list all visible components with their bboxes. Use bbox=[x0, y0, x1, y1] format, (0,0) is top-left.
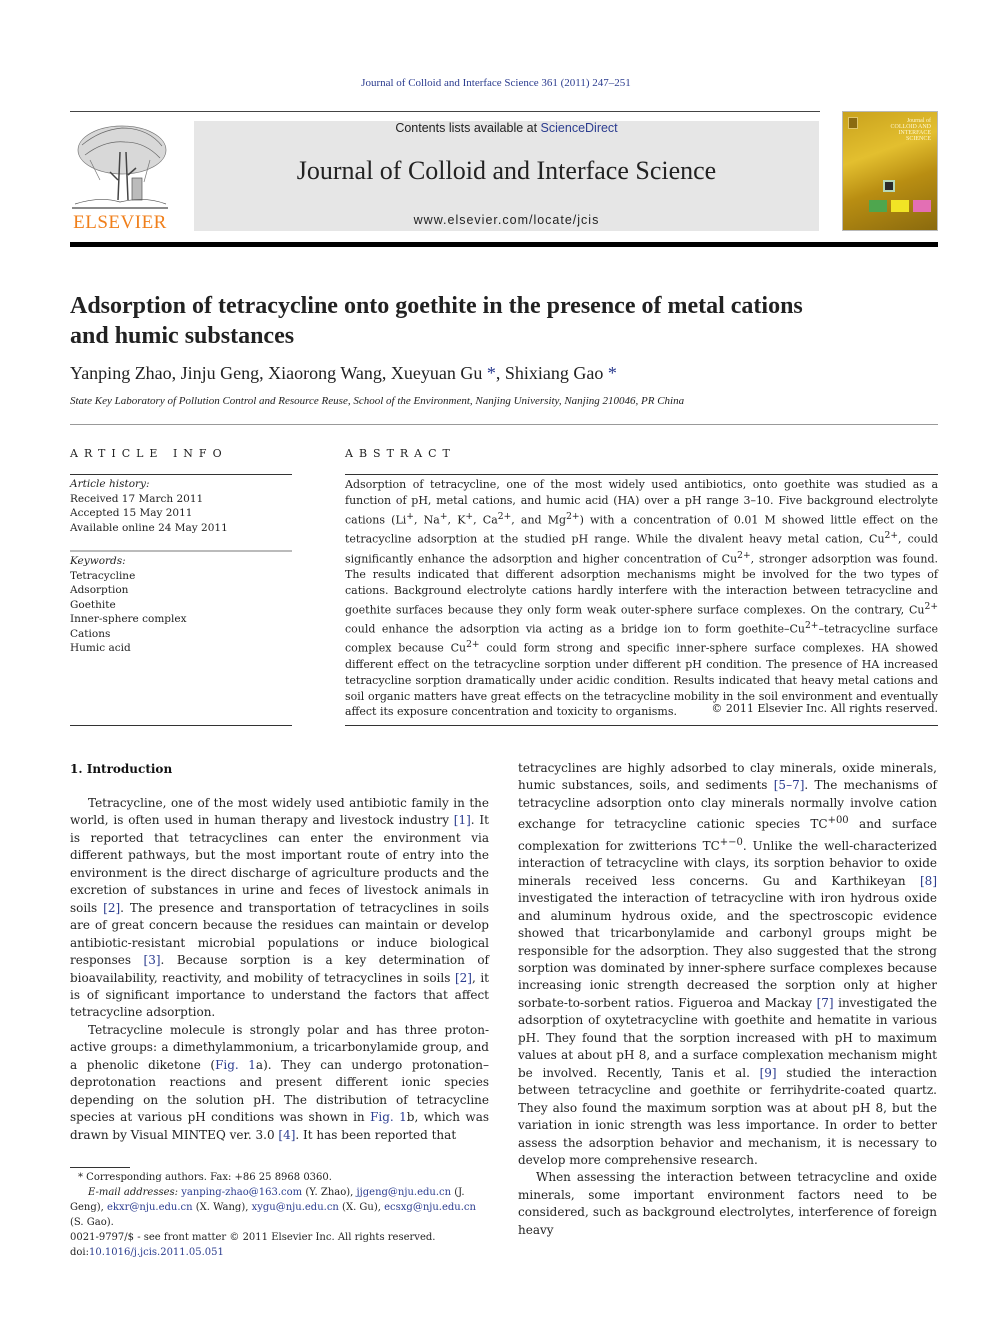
reference-link[interactable]: [1] bbox=[454, 813, 471, 827]
journal-name: Journal of Colloid and Interface Science bbox=[296, 156, 717, 185]
abstract-heading: ABSTRACT bbox=[345, 447, 456, 460]
online-date: Available online 24 May 2011 bbox=[70, 521, 228, 534]
title-line-2: and humic substances bbox=[70, 323, 295, 349]
journal-banner: Contents lists available at ScienceDirec… bbox=[194, 121, 819, 231]
cover-graphic-green bbox=[869, 200, 887, 212]
divider bbox=[345, 474, 938, 475]
figure-link[interactable]: Fig. 1 bbox=[215, 1058, 256, 1072]
received-date: Received 17 March 2011 bbox=[70, 492, 204, 505]
email-footnote: E-mail addresses: yanping-zhao@163.com (… bbox=[70, 1187, 476, 1228]
doi-link[interactable]: 10.1016/j.jcis.2011.05.051 bbox=[89, 1247, 224, 1258]
section-heading-introduction: 1. Introduction bbox=[70, 762, 173, 776]
tree-icon bbox=[72, 125, 168, 209]
reference-link[interactable]: [2] bbox=[103, 901, 120, 915]
top-rule bbox=[70, 111, 820, 112]
paragraph: When assessing the interaction between t… bbox=[518, 1170, 937, 1237]
footnotes: * Corresponding authors. Fax: +86 25 896… bbox=[70, 1170, 490, 1230]
paragraph: Tetracycline molecule is strongly polar … bbox=[70, 1022, 490, 1142]
reference-link[interactable]: [2] bbox=[455, 971, 472, 985]
corresponding-footnote: * Corresponding authors. Fax: +86 25 896… bbox=[78, 1172, 332, 1183]
affiliation: State Key Laboratory of Pollution Contro… bbox=[70, 395, 685, 407]
keyword: Tetracycline bbox=[70, 569, 136, 582]
corresponding-author-link[interactable]: * bbox=[608, 363, 617, 383]
footnote-rule bbox=[70, 1167, 130, 1168]
paragraph: tetracyclines are highly adsorbed to cla… bbox=[518, 761, 938, 1167]
divider bbox=[70, 725, 292, 726]
paragraph: Tetracycline, one of the most widely use… bbox=[70, 796, 489, 1020]
author-name: Xueyuan Gu bbox=[390, 363, 483, 383]
cover-graphic-pink bbox=[913, 200, 931, 212]
journal-cover-thumbnail[interactable]: Journal of COLLOID AND INTERFACE SCIENCE bbox=[842, 111, 938, 231]
title-line-1: Adsorption of tetracycline onto goethite… bbox=[70, 293, 803, 319]
author-name: Jinju Geng, bbox=[180, 363, 269, 383]
sciencedirect-link[interactable]: ScienceDirect bbox=[541, 121, 618, 135]
keyword: Inner-sphere complex bbox=[70, 613, 187, 625]
body-column-left: Tetracycline, one of the most widely use… bbox=[70, 795, 489, 1144]
cover-graphic-yellow bbox=[891, 200, 909, 212]
email-link[interactable]: yanping-zhao@163.com bbox=[181, 1187, 302, 1198]
body-column-right: tetracyclines are highly adsorbed to cla… bbox=[518, 760, 937, 1239]
author-name: Shixiang Gao bbox=[504, 363, 604, 383]
divider bbox=[70, 550, 292, 552]
reference-link[interactable]: [9] bbox=[760, 1066, 777, 1080]
cover-title: Journal of COLLOID AND INTERFACE SCIENCE bbox=[861, 118, 932, 142]
contents-line: Contents lists available at ScienceDirec… bbox=[194, 121, 819, 135]
keywords-label: Keywords: bbox=[70, 555, 126, 567]
figure-link[interactable]: Fig. 1 bbox=[370, 1110, 407, 1124]
doi-line: doi:10.1016/j.jcis.2011.05.051 bbox=[70, 1247, 224, 1258]
article-history: Article history: Received 17 March 2011 … bbox=[70, 477, 292, 535]
divider bbox=[70, 474, 292, 475]
email-link[interactable]: ecsxg@nju.edu.cn bbox=[384, 1202, 476, 1213]
article-info-heading: ARTICLE INFO bbox=[70, 447, 228, 460]
header-rule bbox=[70, 242, 938, 247]
reference-link[interactable]: [5–7] bbox=[774, 778, 805, 792]
reference-link[interactable]: [3] bbox=[144, 953, 161, 967]
keyword: Adsorption bbox=[70, 584, 129, 596]
elsevier-wordmark: ELSEVIER bbox=[73, 212, 167, 233]
divider bbox=[345, 725, 938, 726]
accepted-date: Accepted 15 May 2011 bbox=[70, 507, 193, 519]
cover-title-line: SCIENCE bbox=[905, 136, 931, 142]
front-matter: 0021-9797/$ - see front matter © 2011 El… bbox=[70, 1230, 490, 1260]
contents-prefix: Contents lists available at bbox=[395, 121, 541, 135]
author-name: Xiaorong Wang, bbox=[268, 363, 391, 383]
abstract-copyright: © 2011 Elsevier Inc. All rights reserved… bbox=[711, 702, 938, 715]
reference-link[interactable]: [8] bbox=[920, 874, 937, 888]
keyword: Humic acid bbox=[70, 642, 131, 654]
reference-link[interactable]: [7] bbox=[817, 996, 834, 1010]
cover-graphic-box bbox=[883, 180, 895, 192]
corresponding-author-link[interactable]: * bbox=[487, 363, 496, 383]
journal-url-link[interactable]: www.elsevier.com/locate/jcis bbox=[194, 213, 819, 227]
article-title: Adsorption of tetracycline onto goethite… bbox=[70, 291, 890, 351]
issn-line: 0021-9797/$ - see front matter © 2011 El… bbox=[70, 1232, 436, 1243]
keyword: Goethite bbox=[70, 598, 116, 611]
history-label: Article history: bbox=[70, 478, 150, 490]
reference-link[interactable]: [4] bbox=[278, 1128, 295, 1142]
keywords: Keywords: Tetracycline Adsorption Goethi… bbox=[70, 554, 292, 656]
keyword: Cations bbox=[70, 627, 111, 640]
author-list: Yanping Zhao, Jinju Geng, Xiaorong Wang,… bbox=[70, 363, 617, 383]
abstract-text: Adsorption of tetracycline, one of the m… bbox=[345, 478, 939, 719]
author-name: Yanping Zhao, bbox=[70, 363, 181, 383]
email-link[interactable]: xygu@nju.edu.cn bbox=[252, 1202, 339, 1213]
elsevier-logo[interactable]: ELSEVIER bbox=[70, 120, 170, 235]
divider bbox=[70, 424, 938, 425]
cover-publisher-icon bbox=[848, 117, 858, 129]
email-link[interactable]: jjgeng@nju.edu.cn bbox=[357, 1187, 452, 1198]
email-link[interactable]: ekxr@nju.edu.cn bbox=[107, 1202, 193, 1213]
running-head[interactable]: Journal of Colloid and Interface Science… bbox=[0, 77, 992, 89]
